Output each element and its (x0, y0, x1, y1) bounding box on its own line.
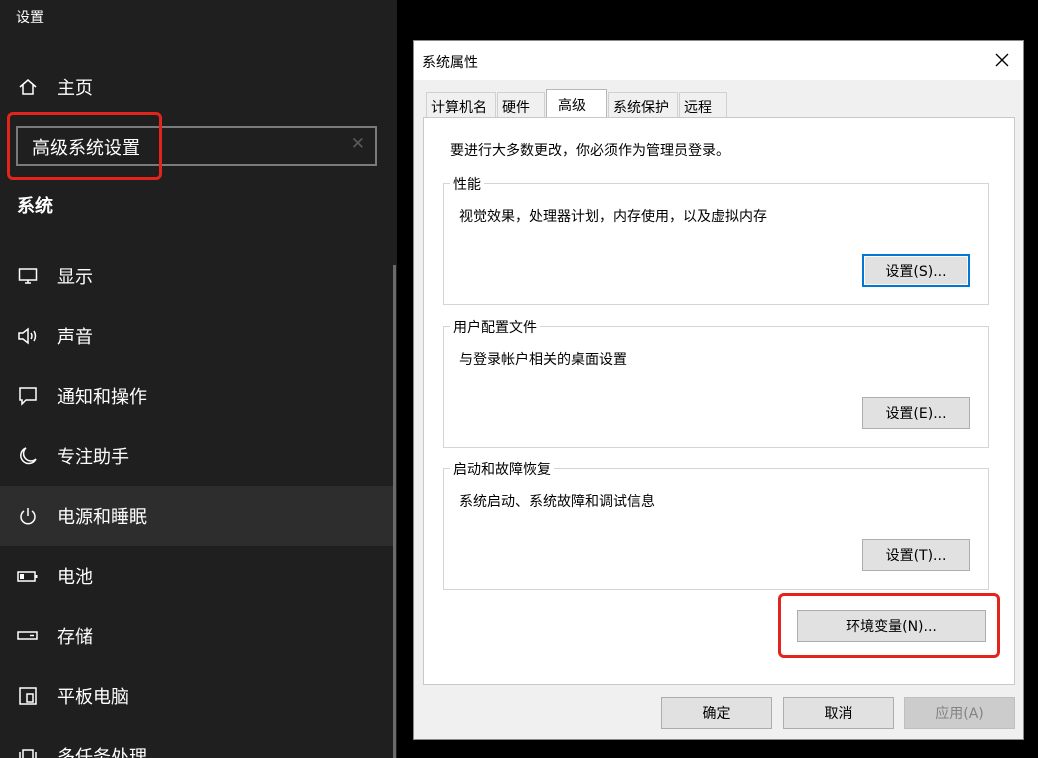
nav-home[interactable]: 主页 (0, 57, 394, 117)
nav-item-label: 电源和睡眠 (57, 507, 147, 528)
settings-title: 设置 (16, 10, 44, 26)
nav-item-display[interactable]: 显示 (0, 246, 394, 306)
group-legend: 用户配置文件 (450, 317, 540, 337)
nav-item-multitasking[interactable]: 多任务处理 (0, 726, 394, 758)
tablet-icon (17, 685, 39, 707)
tab-hardware[interactable]: 硬件 (497, 92, 545, 117)
tab-system-protection[interactable]: 系统保护 (608, 92, 678, 117)
clear-icon[interactable]: ✕ (351, 134, 365, 154)
group-description: 视觉效果，处理器计划，内存使用，以及虚拟内存 (459, 209, 767, 225)
nav-item-label: 专注助手 (57, 447, 129, 468)
nav-item-label: 平板电脑 (57, 687, 129, 708)
nav-item-notifications[interactable]: 通知和操作 (0, 366, 394, 426)
sidebar-scrollbar[interactable] (393, 265, 396, 758)
nav-item-label: 存储 (57, 627, 93, 648)
group-user-profiles: 用户配置文件 与登录帐户相关的桌面设置 设置(E)... (443, 317, 989, 448)
tab-computer-name[interactable]: 计算机名 (426, 92, 496, 117)
nav-item-storage[interactable]: 存储 (0, 606, 394, 666)
power-icon (17, 505, 39, 527)
dialog-titlebar: 系统属性 (414, 41, 1023, 80)
home-icon (17, 76, 39, 98)
nav-item-label: 电池 (57, 567, 93, 588)
section-heading: 系统 (17, 196, 53, 217)
display-icon (17, 265, 39, 287)
user-profiles-settings-button[interactable]: 设置(E)... (862, 397, 970, 429)
group-startup-recovery: 启动和故障恢复 系统启动、系统故障和调试信息 设置(T)... (443, 459, 989, 590)
performance-settings-button[interactable]: 设置(S)... (862, 254, 970, 287)
startup-recovery-settings-button[interactable]: 设置(T)... (862, 539, 970, 571)
apply-button[interactable]: 应用(A) (904, 697, 1015, 729)
annotation-highlight-env (778, 593, 1000, 658)
nav-item-battery[interactable]: 电池 (0, 546, 394, 606)
speaker-icon (17, 325, 39, 347)
nav-item-focus-assist[interactable]: 专注助手 (0, 426, 394, 486)
nav-item-label: 显示 (57, 267, 93, 288)
group-performance: 性能 视觉效果，处理器计划，内存使用，以及虚拟内存 设置(S)... (443, 174, 989, 305)
notification-icon (17, 385, 39, 407)
nav-home-label: 主页 (57, 78, 93, 99)
close-icon[interactable] (987, 46, 1017, 74)
storage-icon (17, 625, 39, 647)
group-description: 系统启动、系统故障和调试信息 (459, 494, 655, 510)
nav-item-sound[interactable]: 声音 (0, 306, 394, 366)
nav-item-label: 多任务处理 (57, 747, 147, 758)
tab-advanced[interactable]: 高级 (546, 89, 607, 118)
battery-icon (17, 565, 39, 587)
nav-item-power-sleep[interactable]: 电源和睡眠 (0, 486, 394, 546)
nav-item-label: 声音 (57, 327, 93, 348)
cancel-button[interactable]: 取消 (783, 697, 894, 729)
admin-note: 要进行大多数更改，你必须作为管理员登录。 (450, 143, 730, 159)
nav-item-tablet[interactable]: 平板电脑 (0, 666, 394, 726)
group-legend: 启动和故障恢复 (450, 459, 554, 479)
group-legend: 性能 (450, 174, 484, 194)
tab-remote[interactable]: 远程 (679, 92, 727, 117)
dialog-title: 系统属性 (422, 55, 478, 71)
group-description: 与登录帐户相关的桌面设置 (459, 352, 627, 368)
ok-button[interactable]: 确定 (661, 697, 772, 729)
multitask-icon (17, 745, 39, 758)
annotation-highlight-search (7, 112, 162, 180)
nav-item-label: 通知和操作 (57, 387, 147, 408)
moon-icon (17, 445, 39, 467)
